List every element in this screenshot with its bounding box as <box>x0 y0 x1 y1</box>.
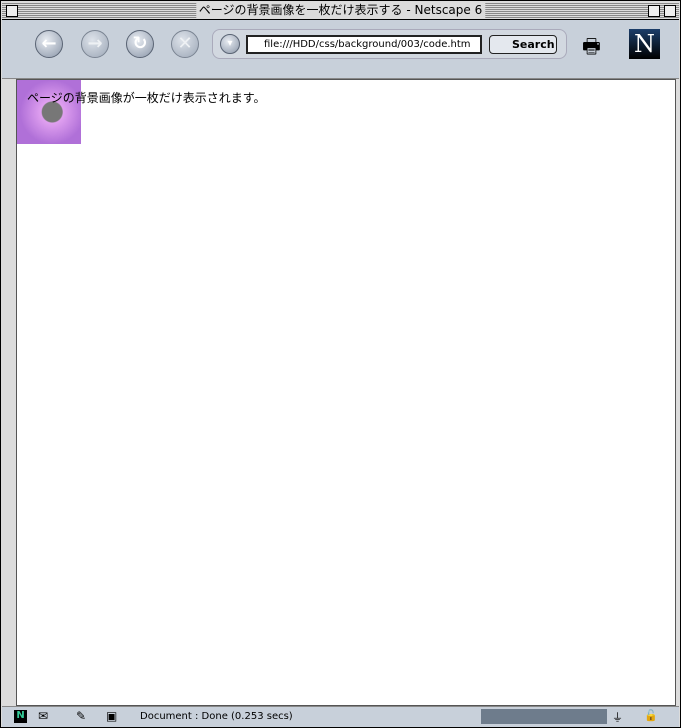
composer-icon[interactable]: ✎ <box>76 709 86 723</box>
reload-button[interactable]: ↻ <box>126 30 154 58</box>
window-title: ページの背景画像を一枚だけ表示する - Netscape 6 <box>195 3 486 18</box>
search-button[interactable]: Search <box>489 35 557 54</box>
mail-icon[interactable]: ✉ <box>38 709 48 723</box>
page-text: ページの背景画像が一枚だけ表示されます。 <box>27 91 266 105</box>
print-icon[interactable]: 🖶 <box>582 32 601 66</box>
browser-window: ページの背景画像を一枚だけ表示する - Netscape 6 ← → ↻ ✕ ▾… <box>0 0 681 728</box>
history-dropdown-icon[interactable]: ▾ <box>220 34 240 54</box>
status-bar: N ✉ ✎ ▣ Document : Done (0.253 secs) ⏚ 🔓 <box>2 706 679 727</box>
zoom-box[interactable] <box>648 5 660 17</box>
security-lock-icon[interactable]: 🔓 <box>644 709 658 722</box>
back-button[interactable]: ← <box>35 30 63 58</box>
forward-button[interactable]: → <box>81 30 109 58</box>
url-input[interactable]: file:///HDD/css/background/003/code.htm <box>246 35 482 54</box>
status-message: Document : Done (0.253 secs) <box>140 711 293 722</box>
page-content: ページの背景画像が一枚だけ表示されます。 <box>16 79 676 706</box>
addressbook-icon[interactable]: ▣ <box>106 709 117 723</box>
collapse-box[interactable] <box>664 5 676 17</box>
title-bar[interactable]: ページの背景画像を一枚だけ表示する - Netscape 6 <box>2 2 679 20</box>
online-plug-icon[interactable]: ⏚ <box>612 709 623 725</box>
stop-button[interactable]: ✕ <box>171 30 199 58</box>
netscape-icon[interactable]: N <box>14 710 27 723</box>
navigation-toolbar: ← → ↻ ✕ ▾ file:///HDD/css/background/003… <box>2 20 679 68</box>
personal-toolbar <box>2 68 679 79</box>
progress-bar <box>481 709 607 724</box>
netscape-logo[interactable]: N <box>629 29 660 59</box>
close-box[interactable] <box>6 5 18 17</box>
